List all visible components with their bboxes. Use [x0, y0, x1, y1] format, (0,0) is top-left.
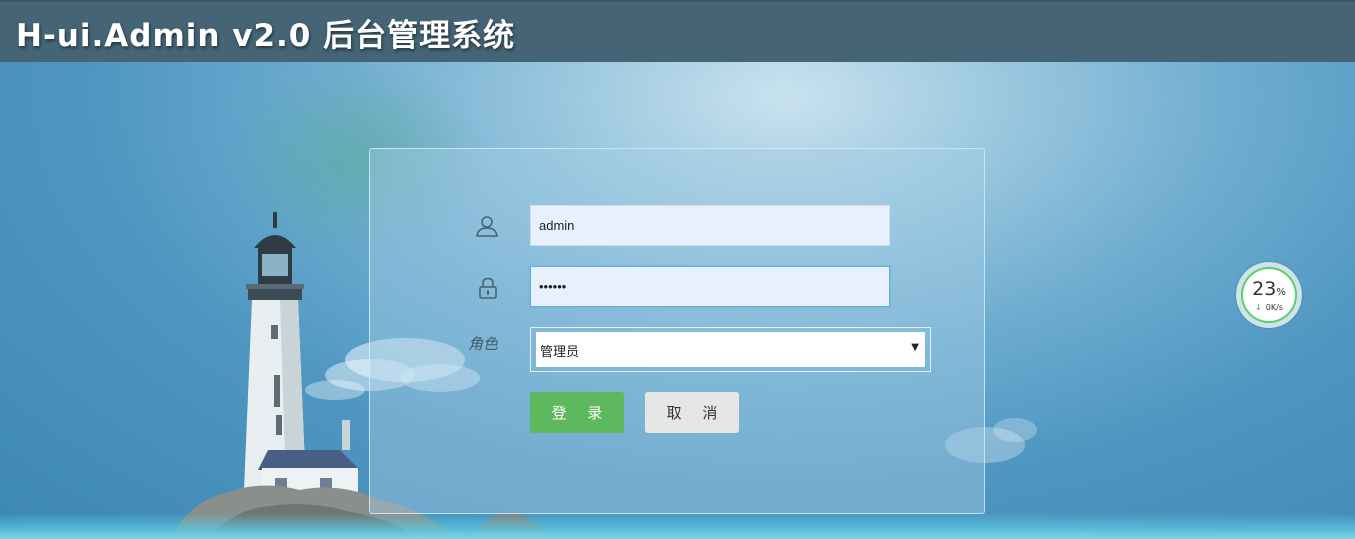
login-page: { "header": { "title": "H-ui.Admin v2.0 … [0, 0, 1355, 539]
speed-percent-unit: % [1276, 287, 1286, 298]
user-icon [476, 216, 498, 237]
sea-horizon [0, 513, 1355, 539]
network-speed-widget[interactable]: 23% ↓ 0K/s [1236, 262, 1302, 328]
page-title: H-ui.Admin v2.0 后台管理系统 [16, 18, 516, 54]
speed-percent: 23% [1243, 279, 1295, 303]
login-button[interactable]: 登 录 [530, 392, 624, 433]
role-select-value: 管理员 [540, 344, 580, 359]
cancel-button[interactable]: 取 消 [645, 392, 739, 433]
lock-icon [479, 277, 497, 299]
role-label: 角色 [468, 335, 499, 353]
speed-rate: ↓ 0K/s [1243, 303, 1295, 312]
password-input[interactable] [530, 266, 890, 307]
header-bar: H-ui.Admin v2.0 后台管理系统 [0, 0, 1355, 62]
username-input[interactable] [530, 205, 890, 246]
arrow-down-icon: ↓ [1255, 303, 1262, 312]
speed-ring: 23% ↓ 0K/s [1241, 267, 1297, 323]
role-select[interactable]: 管理员 ▼ [536, 332, 925, 367]
speed-rate-value: 0K/s [1265, 303, 1283, 312]
role-select-wrapper: 管理员 ▼ [530, 327, 931, 372]
caret-down-icon: ▼ [911, 342, 919, 353]
speed-percent-value: 23 [1252, 278, 1277, 300]
